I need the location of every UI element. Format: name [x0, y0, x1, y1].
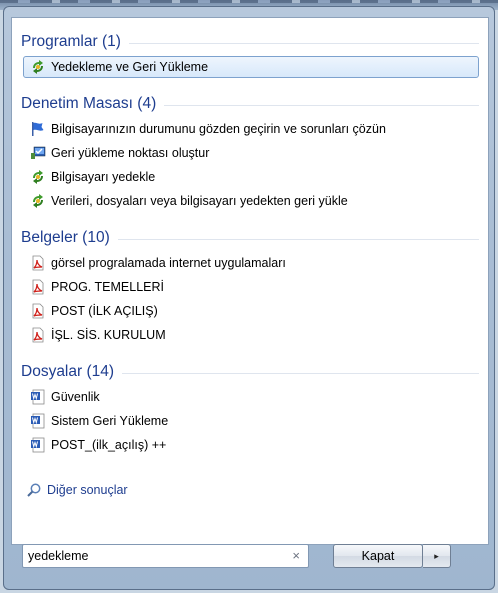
- pdf-icon: [30, 279, 46, 295]
- result-label: İŞL. SİS. KURULUM: [51, 328, 166, 342]
- shutdown-button[interactable]: Kapat: [333, 544, 423, 568]
- result-document[interactable]: İŞL. SİS. KURULUM: [30, 324, 482, 346]
- word-document-icon: [30, 389, 46, 405]
- category-header-documents[interactable]: Belgeler (10): [21, 228, 479, 248]
- result-document[interactable]: görsel progralamada internet uygulamalar…: [30, 252, 482, 274]
- pdf-icon: [30, 327, 46, 343]
- category-title: Programlar (1): [21, 33, 121, 50]
- result-label: Yedekleme ve Geri Yükleme: [51, 60, 209, 74]
- backup-restore-icon: [30, 193, 46, 209]
- magnifier-icon: [26, 482, 42, 498]
- result-file[interactable]: Güvenlik: [30, 386, 482, 408]
- result-review-computer-status[interactable]: Bilgisayarınızın durumunu gözden geçirin…: [30, 118, 482, 140]
- word-document-icon: [30, 437, 46, 453]
- result-document[interactable]: PROG. TEMELLERİ: [30, 276, 482, 298]
- result-file[interactable]: POST_(ilk_açılış) ++: [30, 434, 482, 456]
- result-label: Geri yükleme noktası oluştur: [51, 146, 210, 160]
- system-restore-icon: [30, 145, 46, 161]
- backup-restore-icon: [30, 169, 46, 185]
- result-label: Verileri, dosyaları veya bilgisayarı yed…: [51, 194, 348, 208]
- backup-restore-icon: [30, 59, 46, 75]
- separator-line: [122, 372, 479, 374]
- chevron-right-icon: ▸: [434, 550, 439, 561]
- background-window-fragment: [0, 0, 498, 3]
- category-title: Belgeler (10): [21, 229, 110, 246]
- separator-line: [164, 104, 479, 106]
- category-title: Dosyalar (14): [21, 363, 115, 380]
- result-back-up-computer[interactable]: Bilgisayarı yedekle: [30, 166, 482, 188]
- result-backup-and-restore[interactable]: Yedekleme ve Geri Yükleme: [23, 56, 479, 78]
- search-box[interactable]: ×: [22, 544, 309, 568]
- result-label: Bilgisayarınızın durumunu gözden geçirin…: [51, 122, 386, 136]
- pdf-icon: [30, 255, 46, 271]
- result-label: görsel progralamada internet uygulamalar…: [51, 256, 286, 270]
- result-create-restore-point[interactable]: Geri yükleme noktası oluştur: [30, 142, 482, 164]
- clear-search-icon[interactable]: ×: [292, 548, 300, 563]
- search-input[interactable]: [28, 548, 268, 564]
- separator-line: [128, 42, 479, 44]
- result-file[interactable]: Sistem Geri Yükleme: [30, 410, 482, 432]
- result-label: Sistem Geri Yükleme: [51, 414, 169, 428]
- separator-line: [117, 238, 479, 240]
- result-label: POST_(ilk_açılış) ++: [51, 438, 167, 452]
- shutdown-label: Kapat: [361, 549, 395, 563]
- start-menu-bottom-bar: × Kapat ▸: [11, 538, 487, 580]
- category-header-files[interactable]: Dosyalar (14): [21, 362, 479, 382]
- action-center-flag-icon: [30, 121, 46, 137]
- result-label: Bilgisayarı yedekle: [51, 170, 156, 184]
- more-results-label: Diğer sonuçlar: [47, 483, 128, 497]
- word-document-icon: [30, 413, 46, 429]
- result-restore-from-backup[interactable]: Verileri, dosyaları veya bilgisayarı yed…: [30, 190, 482, 212]
- search-results-panel: Programlar (1) Yedekleme ve Geri Yükleme…: [11, 17, 489, 545]
- result-label: PROG. TEMELLERİ: [51, 280, 164, 294]
- pdf-icon: [30, 303, 46, 319]
- start-menu: Programlar (1) Yedekleme ve Geri Yükleme…: [3, 6, 495, 590]
- category-header-programs[interactable]: Programlar (1): [21, 32, 479, 52]
- more-results-link[interactable]: Diğer sonuçlar: [26, 480, 128, 500]
- shutdown-options-button[interactable]: ▸: [423, 544, 451, 568]
- result-document[interactable]: POST (İLK AÇILIŞ): [30, 300, 482, 322]
- result-label: POST (İLK AÇILIŞ): [51, 304, 158, 318]
- result-label: Güvenlik: [51, 390, 100, 404]
- category-title: Denetim Masası (4): [21, 95, 157, 112]
- category-header-control-panel[interactable]: Denetim Masası (4): [21, 94, 479, 114]
